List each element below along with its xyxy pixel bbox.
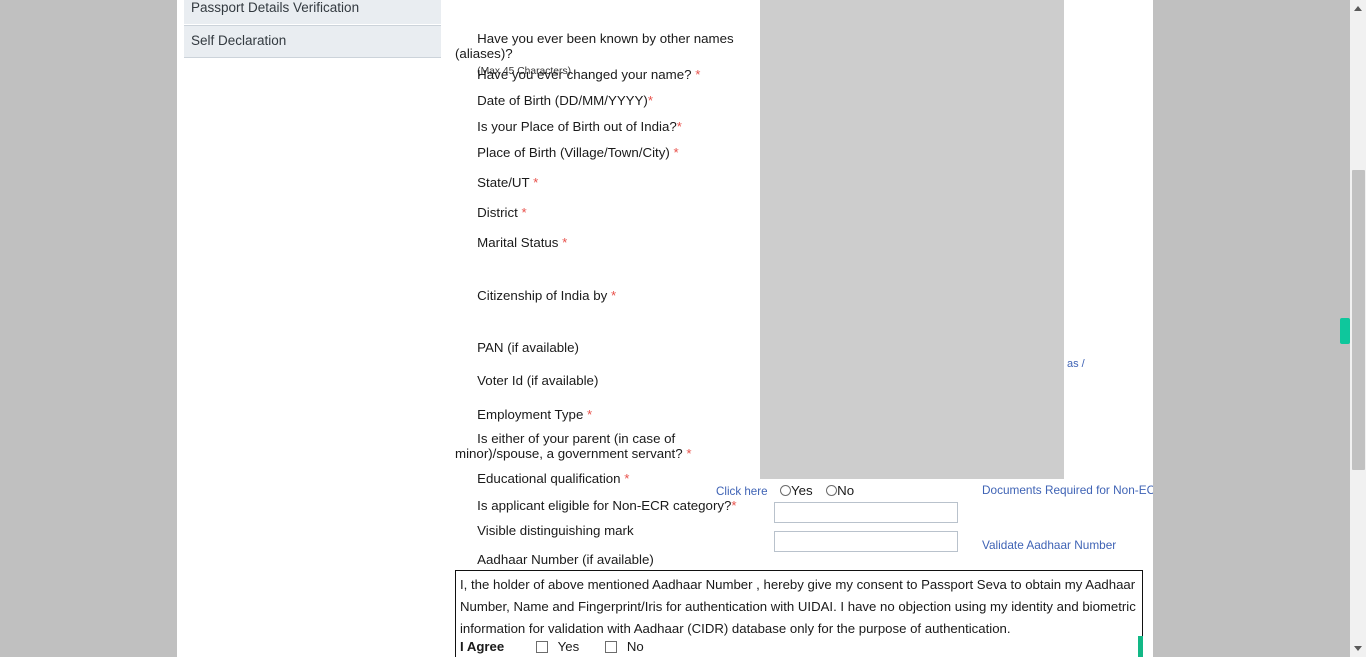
required-asterisk: *: [691, 66, 701, 82]
i-agree-label: I Agree: [460, 639, 505, 654]
aadhaar-format-hint-clipped: meric part racters such as / 44: [1064, 345, 1144, 385]
required-asterisk: *: [682, 446, 692, 461]
field-label-text: Aadhaar Number (if available): [477, 551, 654, 567]
click-here-link[interactable]: Click here: [716, 485, 768, 498]
i-agree-no-label: No: [626, 639, 644, 654]
non-ecr-radio-group: Yes No: [780, 483, 854, 498]
aadhaar-format-hint-text: meric part racters such as / 44: [1066, 357, 1085, 370]
non-ecr-no-radio[interactable]: [826, 485, 838, 496]
field-label-text: District: [477, 204, 518, 220]
loading-mask-overlay: [760, 0, 1064, 479]
sidebar-item-label: Self Declaration: [191, 33, 287, 48]
non-ecr-yes-label: Yes: [791, 483, 813, 498]
field-label-text: Place of Birth (Village/Town/City): [477, 144, 670, 160]
i-agree-yes-label: Yes: [557, 639, 580, 654]
vertical-scrollbar[interactable]: [1350, 0, 1366, 657]
documents-required-non-ecr-link[interactable]: Documents Required for Non-ECR: [982, 483, 1164, 497]
scrollbar-thumb[interactable]: [1352, 170, 1365, 470]
browser-viewport: Passport Details Verification Self Decla…: [0, 0, 1366, 657]
non-ecr-no-label: No: [837, 483, 855, 498]
required-asterisk: *: [517, 204, 527, 220]
sidebar-item-label: Passport Details Verification: [191, 0, 360, 15]
i-agree-yes-checkbox[interactable]: [535, 641, 548, 653]
page-right-margin: [1153, 0, 1350, 657]
field-label-text: State/UT: [477, 174, 530, 190]
aadhaar-consent-text: I, the holder of above mentioned Aadhaar…: [460, 577, 1136, 636]
scrollbar-find-marker: [1340, 318, 1350, 344]
form-section-nav: Passport Details Verification Self Decla…: [184, 0, 441, 58]
visible-distinguishing-mark-input[interactable]: [774, 502, 958, 523]
scroll-down-arrow-icon[interactable]: [1350, 640, 1366, 657]
required-asterisk: *: [669, 144, 679, 160]
i-agree-row: I Agree Yes No: [460, 639, 644, 654]
consent-box-accent-bar: [1138, 636, 1143, 657]
aadhaar-consent-box: I, the holder of above mentioned Aadhaar…: [455, 570, 1143, 657]
field-label-marital-status: Marital Status *: [455, 219, 567, 266]
required-asterisk: *: [558, 234, 568, 250]
validate-aadhaar-number-link[interactable]: Validate Aadhaar Number: [982, 538, 1116, 552]
required-asterisk: *: [529, 174, 539, 190]
sidebar-item-passport-details-verification[interactable]: Passport Details Verification: [184, 0, 441, 25]
required-asterisk: *: [731, 497, 737, 513]
field-label-citizenship: Citizenship of India by *: [455, 272, 616, 319]
field-label-text: Voter Id (if available): [477, 372, 599, 388]
non-ecr-yes-radio[interactable]: [780, 485, 791, 496]
aadhaar-number-input[interactable]: [774, 531, 958, 552]
required-asterisk: *: [607, 287, 617, 303]
field-label-text: Marital Status: [477, 234, 559, 250]
scroll-up-arrow-icon[interactable]: [1350, 0, 1366, 17]
sidebar-item-self-declaration[interactable]: Self Declaration: [184, 25, 441, 58]
field-label-text: PAN (if available): [477, 339, 579, 355]
i-agree-no-checkbox[interactable]: [604, 641, 617, 653]
field-label-text: Citizenship of India by: [477, 287, 608, 303]
